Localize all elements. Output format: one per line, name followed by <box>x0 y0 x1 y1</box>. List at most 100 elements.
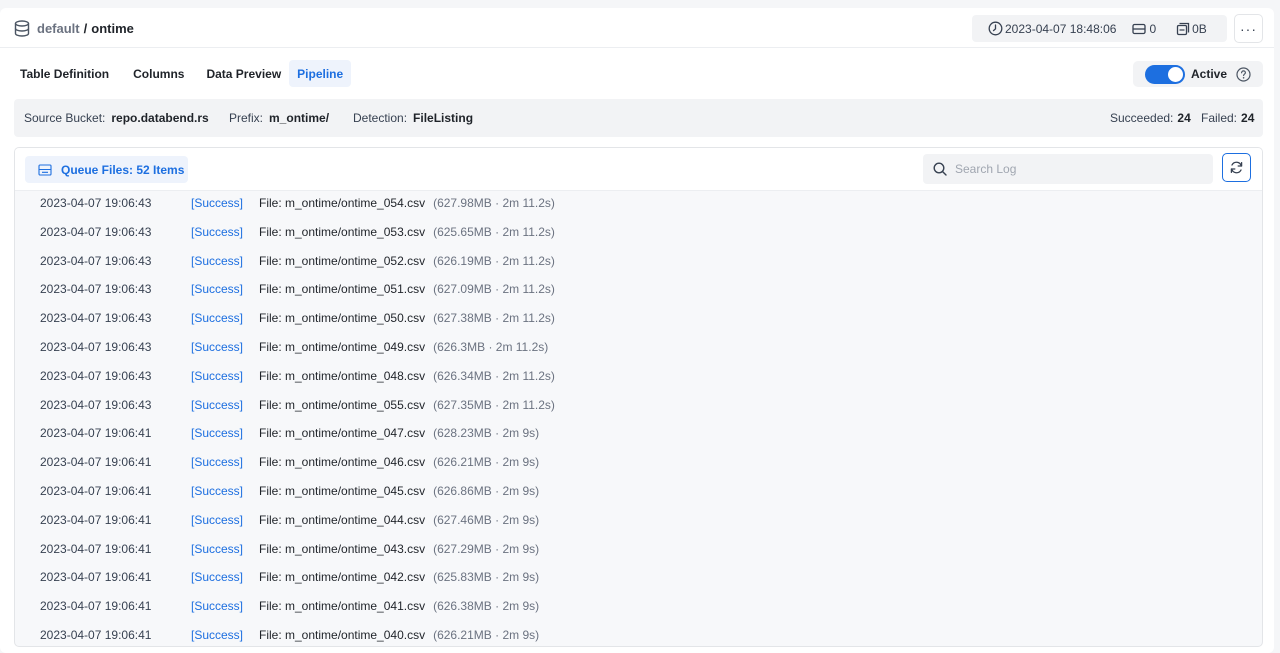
breadcrumb: default / ontime <box>37 21 134 36</box>
log-timestamp: 2023-04-07 19:06:43 <box>40 224 152 239</box>
log-timestamp: 2023-04-07 19:06:43 <box>40 368 152 383</box>
log-timestamp: 2023-04-07 19:06:41 <box>40 455 152 470</box>
log-status: [Success] <box>191 570 244 585</box>
active-toggle[interactable] <box>1145 65 1185 84</box>
search-icon <box>933 162 947 176</box>
log-file-path: File: m_ontime/ontime_048.csv <box>259 368 426 383</box>
log-file-path: File: m_ontime/ontime_043.csv <box>259 541 426 556</box>
refresh-button[interactable] <box>1222 153 1251 182</box>
log-row: 2023-04-07 19:06:43 [Success] File: m_onti… <box>15 275 1262 304</box>
failed-label: Failed: <box>1201 111 1238 125</box>
failed-count: Failed: 24 <box>1201 111 1254 125</box>
log-file: File: m_ontime/ontime_045.csv (626.86MB ·… <box>259 484 539 498</box>
log-timestamp: 2023-04-07 19:06:41 <box>40 599 152 614</box>
log-file-path: File: m_ontime/ontime_046.csv <box>259 455 426 470</box>
log-toolbar: Queue Files: 52 Items <box>15 148 1262 191</box>
log-file: File: m_ontime/ontime_054.csv (627.98MB ·… <box>259 196 555 210</box>
log-status: [Success] <box>191 599 244 614</box>
breadcrumb-database[interactable]: default <box>37 21 80 36</box>
tab-data-preview[interactable]: Data Preview <box>198 60 289 87</box>
tab-bar: Table Definition Columns Data Preview Pi… <box>12 60 356 88</box>
prefix: Prefix: m_ontime/ <box>229 111 329 125</box>
detection: Detection: FileListing <box>353 111 473 125</box>
detection-label: Detection: <box>353 111 408 125</box>
search-log-box <box>923 154 1213 184</box>
log-timestamp: 2023-04-07 19:06:41 <box>40 628 152 642</box>
active-toggle-group: Active <box>1133 61 1263 87</box>
tab-table-definition[interactable]: Table Definition <box>12 60 117 87</box>
log-file-path: File: m_ontime/ontime_051.csv <box>259 282 426 297</box>
log-file-meta: (626.21MB · 2m 9s) <box>433 628 540 642</box>
log-row: 2023-04-07 19:06:43 [Success] File: m_onti… <box>15 362 1262 391</box>
log-timestamp: 2023-04-07 19:06:41 <box>40 484 152 498</box>
help-icon[interactable] <box>1236 67 1251 82</box>
row-count-item: 0 <box>1132 22 1156 36</box>
detection-value: FileListing <box>413 111 474 125</box>
log-timestamp: 2023-04-07 19:06:41 <box>40 512 152 527</box>
table-size: 0B <box>1192 21 1207 36</box>
log-file-path: File: m_ontime/ontime_045.csv <box>259 484 426 498</box>
log-file-meta: (627.98MB · 2m 11.2s) <box>433 196 555 210</box>
log-file-meta: (627.46MB · 2m 9s) <box>433 512 540 527</box>
log-panel: Queue Files: 52 Items 2023-04-07 19:06:4… <box>14 147 1263 647</box>
search-log-input[interactable] <box>955 160 1205 178</box>
log-status: [Success] <box>191 311 244 326</box>
log-file-meta: (625.83MB · 2m 9s) <box>433 570 540 585</box>
log-status: [Success] <box>191 512 244 527</box>
log-timestamp: 2023-04-07 19:06:41 <box>40 426 152 441</box>
log-file: File: m_ontime/ontime_046.csv (626.21MB ·… <box>259 455 539 469</box>
storage-icon <box>1176 22 1190 35</box>
log-file-meta: (627.09MB · 2m 11.2s) <box>433 282 555 297</box>
log-status: [Success] <box>191 253 244 268</box>
log-file-meta: (627.35MB · 2m 11.2s) <box>433 397 555 412</box>
log-file-path: File: m_ontime/ontime_041.csv <box>259 599 426 614</box>
prefix-value: m_ontime/ <box>269 111 330 125</box>
last-updated-timestamp: 2023-04-07 18:48:06 <box>1005 21 1117 36</box>
log-status: [Success] <box>191 224 244 239</box>
active-label: Active <box>1191 67 1228 81</box>
log-file: File: m_ontime/ontime_049.csv (626.3MB · … <box>259 340 548 354</box>
log-row: 2023-04-07 19:06:43 [Success] File: m_onti… <box>15 189 1262 218</box>
succeeded-label: Succeeded: <box>1110 111 1174 125</box>
log-file-path: File: m_ontime/ontime_049.csv <box>259 340 426 354</box>
tab-pipeline[interactable]: Pipeline <box>289 60 352 87</box>
log-row: 2023-04-07 19:06:43 [Success] File: m_onti… <box>15 391 1262 420</box>
tab-columns[interactable]: Columns <box>125 60 192 87</box>
log-file-meta: (626.3MB · 2m 11.2s) <box>433 340 549 354</box>
log-file-meta: (628.23MB · 2m 9s) <box>433 426 540 441</box>
log-file: File: m_ontime/ontime_044.csv (627.46MB ·… <box>259 513 539 527</box>
log-timestamp: 2023-04-07 19:06:41 <box>40 541 152 556</box>
source-bucket: Source Bucket: repo.databend.rs <box>24 111 209 125</box>
log-row: 2023-04-07 19:06:41 [Success] File: m_onti… <box>15 448 1262 477</box>
log-timestamp: 2023-04-07 19:06:41 <box>40 570 152 585</box>
log-file: File: m_ontime/ontime_051.csv (627.09MB ·… <box>259 282 555 296</box>
timestamp-item: 2023-04-07 18:48:06 <box>988 21 1116 36</box>
log-file-path: File: m_ontime/ontime_052.csv <box>259 253 426 268</box>
log-status: [Success] <box>191 455 244 470</box>
log-row: 2023-04-07 19:06:43 [Success] File: m_onti… <box>15 218 1262 247</box>
log-row: 2023-04-07 19:06:43 [Success] File: m_onti… <box>15 333 1262 362</box>
table-meta-pill: 2023-04-07 18:48:06 0 0B <box>972 15 1227 42</box>
log-file-meta: (626.38MB · 2m 9s) <box>433 599 540 614</box>
log-row: 2023-04-07 19:06:43 [Success] File: m_onti… <box>15 247 1262 276</box>
log-row: 2023-04-07 19:06:41 [Success] File: m_onti… <box>15 592 1262 621</box>
log-file: File: m_ontime/ontime_048.csv (626.34MB ·… <box>259 369 555 383</box>
page-frame: default / ontime 2023-04-07 18:48:06 0 0… <box>0 8 1274 653</box>
queue-files-label: Queue Files: 52 Items <box>61 163 185 177</box>
log-file: File: m_ontime/ontime_043.csv (627.29MB ·… <box>259 542 539 556</box>
log-timestamp: 2023-04-07 19:06:43 <box>40 397 152 412</box>
succeeded-count: Succeeded: 24 <box>1110 111 1191 125</box>
log-row: 2023-04-07 19:06:43 [Success] File: m_onti… <box>15 304 1262 333</box>
log-file: File: m_ontime/ontime_053.csv (625.65MB ·… <box>259 225 555 239</box>
log-row: 2023-04-07 19:06:41 [Success] File: m_onti… <box>15 419 1262 448</box>
log-file-meta: (627.38MB · 2m 11.2s) <box>433 311 555 326</box>
log-file-meta: (626.21MB · 2m 9s) <box>433 455 540 470</box>
more-options-button[interactable]: ··· <box>1234 14 1263 43</box>
queue-files-button[interactable]: Queue Files: 52 Items <box>25 156 188 183</box>
succeeded-value: 24 <box>1177 111 1191 125</box>
log-file-meta: (625.65MB · 2m 11.2s) <box>433 224 555 239</box>
log-file-path: File: m_ontime/ontime_055.csv <box>259 397 426 412</box>
log-file: File: m_ontime/ontime_055.csv (627.35MB ·… <box>259 398 555 412</box>
log-row: 2023-04-07 19:06:41 [Success] File: m_onti… <box>15 621 1262 646</box>
log-status: [Success] <box>191 397 244 412</box>
